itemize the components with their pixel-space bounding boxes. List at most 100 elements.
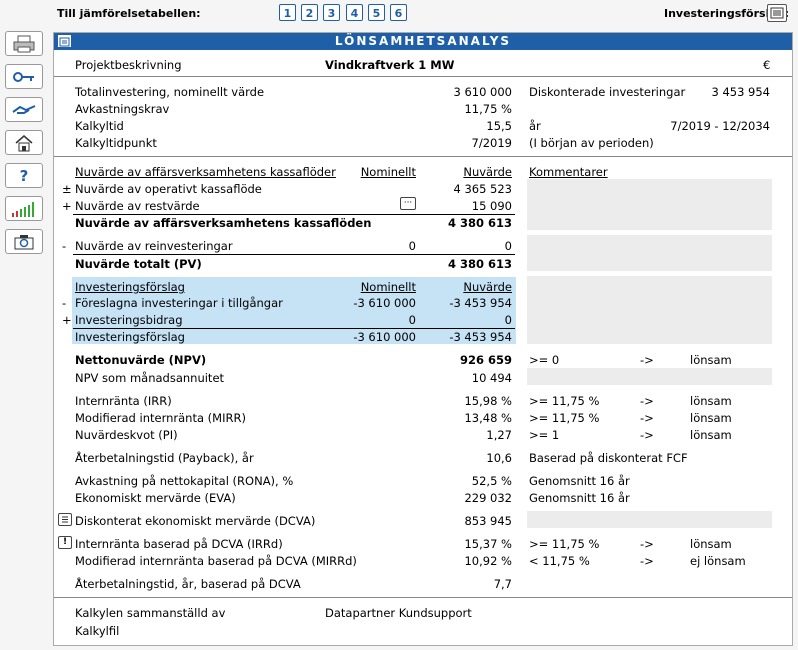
print-button[interactable] <box>5 31 43 56</box>
page-title: LÖNSAMHETSANALYS <box>54 33 792 50</box>
compare-button-5[interactable]: 5 <box>368 4 385 21</box>
investment-grant-nominal: 0 <box>408 313 416 327</box>
compare-button-6[interactable]: 6 <box>390 4 407 21</box>
compiled-by-value[interactable]: Datapartner Kundsupport <box>325 606 472 620</box>
op-cashflow-value: 4 365 523 <box>453 182 512 196</box>
investment-grant-label: Investeringsbidrag <box>75 313 183 327</box>
mirrd-condition: < 11,75 % <box>529 554 590 568</box>
calc-time-value: 15,5 <box>486 119 512 133</box>
col-comments: Kommentarer <box>529 165 608 179</box>
proposed-assets-nominal: -3 610 000 <box>353 296 416 310</box>
calc-point-label: Kalkyltidpunkt <box>75 136 157 150</box>
row-sign: ± <box>62 182 72 196</box>
menu-icon <box>62 516 68 523</box>
irrd-condition: >= 11,75 % <box>529 537 600 551</box>
col-pv: Nuvärde <box>463 165 512 179</box>
proposed-assets-pv: -3 453 954 <box>449 296 512 310</box>
npv-arrow: -> <box>640 353 654 367</box>
irr-verdict: lönsam <box>690 394 732 408</box>
chart-button[interactable] <box>5 196 43 221</box>
comment-box[interactable] <box>527 276 772 344</box>
mirrd-arrow: -> <box>640 554 654 568</box>
pi-verdict: lönsam <box>690 428 732 442</box>
title-menu-button[interactable] <box>58 35 71 47</box>
compare-button-3[interactable]: 3 <box>323 4 340 21</box>
key-button[interactable] <box>5 64 43 89</box>
eva-label: Ekonomiskt mervärde (EVA) <box>75 491 236 505</box>
proposal-list-button[interactable] <box>767 4 787 22</box>
proposal-header: Investeringsförslag <box>75 280 185 294</box>
proposal-col-nominal: Nominellt <box>360 280 416 294</box>
help-icon: ? <box>19 166 29 185</box>
residual-label: Nuvärde av restvärde <box>75 199 200 213</box>
required-return-value: 11,75 % <box>464 102 512 116</box>
home-button[interactable] <box>5 130 43 155</box>
compiled-by-label: Kalkylen sammanställd av <box>75 606 226 620</box>
help-button[interactable]: ? <box>5 163 43 188</box>
npv-label: Nettonuvärde (NPV) <box>75 353 207 367</box>
proposal-sum-nominal: -3 610 000 <box>353 330 416 344</box>
rona-label: Avkastning på nettokapital (RONA), % <box>75 474 294 488</box>
comment-box[interactable] <box>527 235 772 271</box>
comment-box[interactable] <box>527 179 772 230</box>
reinvestment-nominal: 0 <box>408 239 416 253</box>
mirrd-value: 10,92 % <box>464 554 512 568</box>
residual-value: 15 090 <box>471 199 512 213</box>
mirr-arrow: -> <box>640 411 654 425</box>
comment-box[interactable] <box>527 368 772 385</box>
cashflow-sum-label: Nuvärde av affärsverksamhetens kassaflöd… <box>75 216 372 230</box>
rona-value: 52,5 % <box>471 474 512 488</box>
total-investment-value: 3 610 000 <box>453 85 512 99</box>
compare-button-1[interactable]: 1 <box>279 4 296 21</box>
row-sign: + <box>62 313 72 327</box>
currency: € <box>763 58 771 72</box>
home-icon <box>15 134 33 151</box>
camera-button[interactable] <box>5 229 43 254</box>
irrd-warning-button[interactable]: ! <box>58 536 72 549</box>
residual-detail-button[interactable]: ··· <box>400 197 416 210</box>
pi-condition: >= 1 <box>529 428 560 442</box>
proposed-assets-label: Föreslagna investeringar i tillgångar <box>75 296 283 310</box>
camera-icon <box>14 234 34 249</box>
list-icon <box>770 7 784 19</box>
sum-line <box>73 214 515 215</box>
pv-total-value: 4 380 613 <box>447 257 512 271</box>
row-sign: + <box>62 199 72 213</box>
divider <box>54 597 792 598</box>
cashflow-sum-value: 4 380 613 <box>447 216 512 230</box>
row-sign: - <box>62 296 67 310</box>
reinvestment-value: 0 <box>504 239 512 253</box>
project-value[interactable]: Vindkraftverk 1 MW <box>325 58 454 72</box>
total-investment-label: Totalinvestering, nominellt värde <box>75 85 265 99</box>
required-return-label: Avkastningskrav <box>75 102 170 116</box>
irr-arrow: -> <box>640 394 654 408</box>
compare-button-4[interactable]: 4 <box>346 4 363 21</box>
mirr-label: Modifierad internränta (MIRR) <box>75 411 246 425</box>
eva-value: 229 032 <box>464 491 512 505</box>
mirr-value: 13,48 % <box>464 411 512 425</box>
calc-time-label: Kalkyltid <box>75 119 124 133</box>
npv-condition: >= 0 <box>529 353 560 367</box>
irrd-verdict: lönsam <box>690 537 732 551</box>
dcva-label: Diskonterat ekonomiskt mervärde (DCVA) <box>75 514 316 528</box>
irrd-label: Internränta baserad på DCVA (IRRd) <box>75 537 283 551</box>
dcva-value: 853 945 <box>464 514 512 528</box>
payback-dcva-label: Återbetalningstid, år, baserad på DCVA <box>75 577 301 591</box>
pi-value: 1,27 <box>486 428 512 442</box>
print-icon <box>13 35 35 52</box>
payback-dcva-value: 7,7 <box>493 577 512 591</box>
handshake-button[interactable] <box>5 97 43 122</box>
exclamation-icon: ! <box>62 537 68 547</box>
dcva-info-button[interactable] <box>58 513 72 526</box>
comment-box[interactable] <box>527 511 772 528</box>
proposal-sum-label: Investeringsförslag <box>75 330 185 344</box>
divider <box>54 76 792 77</box>
disc-invest-value: 3 453 954 <box>711 85 770 99</box>
irrd-arrow: -> <box>640 537 654 551</box>
compare-button-2[interactable]: 2 <box>301 4 318 21</box>
disc-invest-label: Diskonterade investeringar <box>529 85 686 99</box>
period-note: (I början av perioden) <box>529 136 654 150</box>
payback-label: Återbetalningstid (Payback), år <box>75 451 254 465</box>
divider <box>54 156 792 157</box>
menu-icon <box>59 37 70 47</box>
